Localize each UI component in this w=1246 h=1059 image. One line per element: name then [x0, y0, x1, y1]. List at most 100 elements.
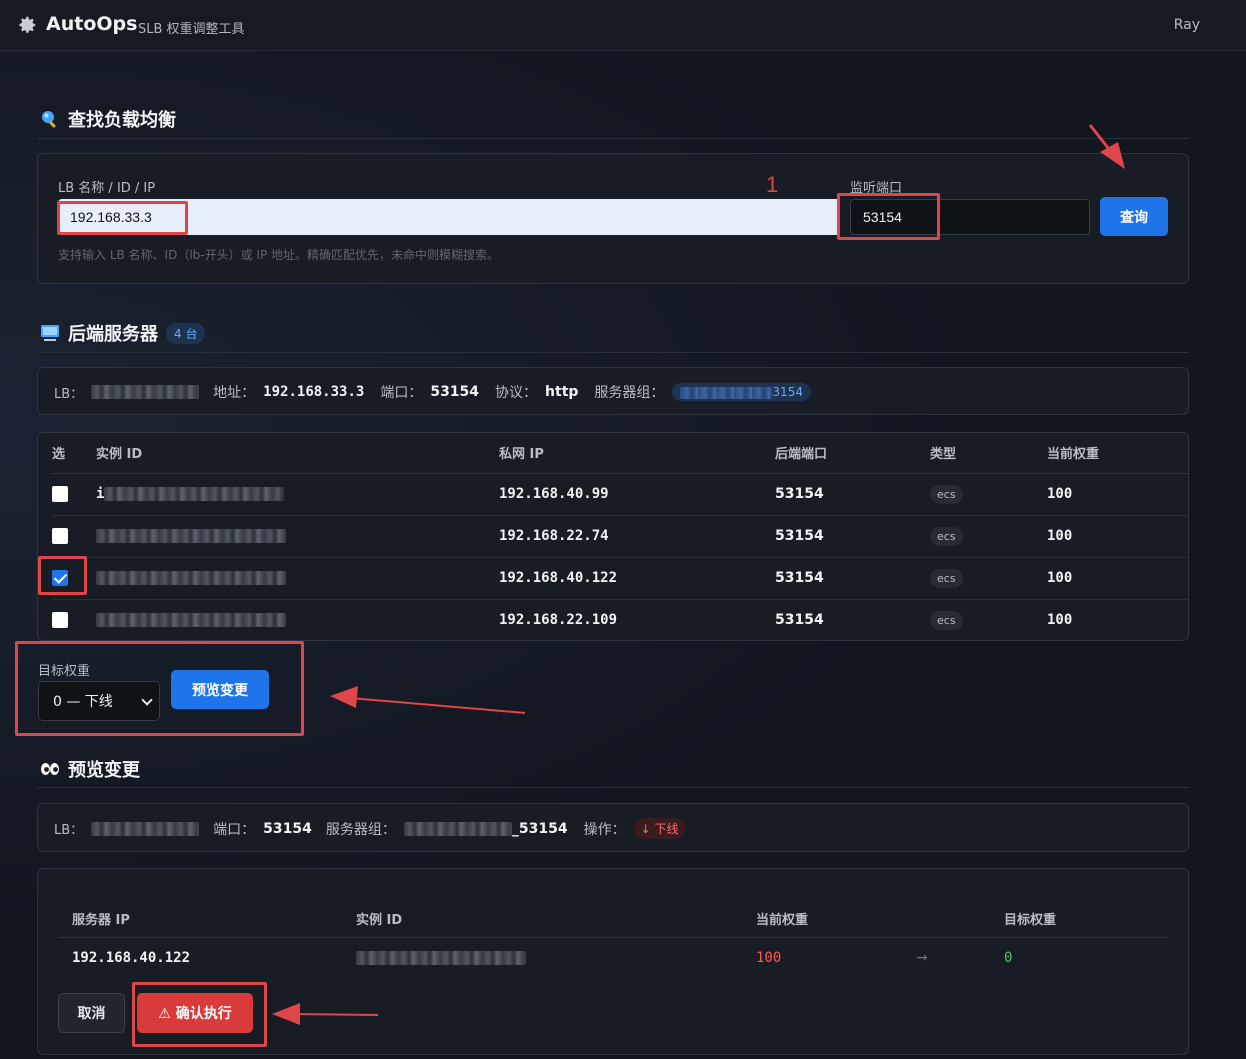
top-bar: AutoOps SLB 权重调整工具 Ray — [0, 0, 1246, 51]
target-weight-value: 0 — 下线 — [53, 694, 113, 710]
col-private-ip: 私网 IP — [499, 433, 775, 474]
type-tag: ecs — [930, 484, 963, 504]
col-type: 类型 — [930, 433, 1047, 474]
redacted-instance-id — [96, 529, 286, 543]
table-row[interactable]: 192.168.40.122 53154 ecs 100 — [52, 557, 1188, 600]
lb-address: 192.168.33.3 — [263, 384, 365, 400]
chevron-down-icon — [141, 694, 153, 706]
col-select: 选 — [52, 433, 96, 474]
backend-table: 选 实例 ID 私网 IP 后端端口 类型 当前权重 i 192.168.40.… — [52, 433, 1188, 641]
lb-port: 53154 — [430, 384, 480, 400]
lb-protocol: http — [545, 384, 579, 400]
private-ip: 192.168.40.99 — [499, 473, 775, 516]
col-current-weight: 当前权重 — [756, 901, 916, 938]
current-weight: 100 — [756, 950, 782, 967]
private-ip: 192.168.22.74 — [499, 515, 775, 558]
eyes-icon — [41, 763, 59, 775]
divider — [37, 138, 1189, 139]
instance-id-prefix: i — [96, 486, 105, 502]
redacted-group-name — [680, 386, 773, 399]
target-weight: 0 — [1004, 950, 1013, 967]
lb-label: LB： — [54, 386, 84, 402]
cancel-button[interactable]: 取消 — [58, 993, 125, 1033]
divider — [37, 787, 1189, 788]
app-subtitle: SLB 权重调整工具 — [138, 22, 245, 37]
redacted-lb-name — [91, 385, 200, 399]
arrow-right-icon: → — [916, 950, 928, 967]
col-instance-id: 实例 ID — [96, 433, 499, 474]
private-ip: 192.168.22.109 — [499, 612, 618, 629]
preview-button[interactable]: 预览变更 — [171, 670, 269, 709]
private-ip: 192.168.40.122 — [499, 557, 775, 600]
backend-port: 53154 — [775, 612, 824, 629]
lb-info-row: LB： 地址： 192.168.33.3 端口： 53154 协议： http … — [54, 382, 811, 402]
annotation-number: 1 — [766, 172, 779, 197]
server-group-label: 服务器组： — [325, 821, 396, 838]
port-input[interactable] — [850, 199, 1090, 235]
table-row[interactable]: 192.168.22.109 53154 ecs 100 — [52, 599, 1188, 641]
col-instance-id: 实例 ID — [356, 901, 756, 938]
table-row[interactable]: 192.168.22.74 53154 ecs 100 — [52, 515, 1188, 558]
port-label: 端口： — [380, 385, 423, 401]
query-button[interactable]: 查询 — [1100, 197, 1168, 236]
col-current-weight: 当前权重 — [1047, 433, 1188, 474]
preview-table: 服务器 IP 实例 ID 当前权重 目标权重 192.168.40.122 10… — [58, 901, 1168, 979]
row-checkbox-checked[interactable] — [52, 570, 68, 586]
preview-title-text: 预览变更 — [68, 760, 140, 781]
preview-section-title: 预览变更 — [40, 756, 140, 782]
table-header-row: 选 实例 ID 私网 IP 后端端口 类型 当前权重 — [52, 433, 1188, 474]
search-title-text: 查找负载均衡 — [68, 110, 176, 131]
current-weight: 100 — [1047, 515, 1188, 558]
protocol-label: 协议： — [495, 385, 538, 401]
confirm-execute-button[interactable]: ⚠ 确认执行 — [137, 993, 253, 1033]
redacted-group-name — [403, 821, 512, 836]
target-weight-label: 目标权重 — [38, 664, 91, 679]
address-label: 地址： — [213, 385, 256, 401]
redacted-instance-id — [104, 487, 285, 501]
table-header-row: 服务器 IP 实例 ID 当前权重 目标权重 — [58, 901, 1168, 938]
backend-title-text: 后端服务器 — [68, 324, 158, 345]
type-tag: ecs — [930, 568, 963, 588]
current-weight: 100 — [1047, 557, 1188, 600]
user-name[interactable]: Ray — [1174, 17, 1200, 33]
type-tag: ecs — [930, 526, 963, 546]
server-group-label: 服务器组： — [594, 385, 665, 401]
annotation-arrow-target — [330, 686, 526, 714]
col-target-weight: 目标权重 — [1004, 901, 1168, 938]
server-group-suffix: _53154 — [511, 820, 568, 837]
col-server-ip: 服务器 IP — [58, 901, 356, 938]
divider — [37, 352, 1189, 353]
row-checkbox[interactable] — [52, 486, 68, 502]
col-backend-port: 后端端口 — [775, 433, 930, 474]
target-weight-select[interactable]: 0 — 下线 — [38, 681, 160, 721]
current-weight: 100 — [1047, 473, 1188, 516]
operation-tag: ↓ 下线 — [633, 818, 686, 839]
redacted-lb-name — [91, 821, 200, 836]
server-count-badge: 4 台 — [166, 322, 206, 344]
backend-port: 53154 — [775, 473, 930, 516]
server-group-badge: 3154 — [672, 383, 811, 401]
lb-input-label: LB 名称 / ID / IP — [58, 181, 156, 196]
row-checkbox[interactable] — [52, 528, 68, 544]
table-row[interactable]: i 192.168.40.99 53154 ecs 100 — [52, 473, 1188, 516]
operation-label: 操作： — [583, 821, 626, 838]
backend-port: 53154 — [775, 557, 930, 600]
redacted-instance-id — [356, 951, 526, 966]
lb-search-input[interactable] — [58, 199, 838, 235]
table-row: 192.168.40.122 100 → 0 — [58, 937, 1168, 979]
lb-label: LB： — [54, 823, 84, 838]
backend-table-panel: 选 实例 ID 私网 IP 后端端口 类型 当前权重 i 192.168.40.… — [37, 432, 1189, 641]
server-group-suffix: 3154 — [772, 385, 803, 399]
server-ip: 192.168.40.122 — [72, 950, 191, 967]
backend-section-title: 后端服务器 4 台 — [40, 320, 206, 346]
search-help-text: 支持输入 LB 名称、ID（lb-开头）或 IP 地址。精确匹配优先，未命中则模… — [58, 248, 500, 262]
row-checkbox[interactable] — [52, 612, 68, 629]
preview-info-row: LB： 端口： 53154 服务器组： _53154 操作： ↓ 下线 — [54, 818, 686, 839]
port-label: 端口： — [213, 821, 256, 838]
redacted-instance-id — [96, 613, 286, 628]
redacted-instance-id — [96, 571, 286, 585]
gear-icon — [19, 16, 36, 33]
app-brand: AutoOps — [46, 13, 138, 35]
backend-port: 53154 — [775, 515, 930, 558]
port-input-label: 监听端口 — [850, 181, 903, 196]
